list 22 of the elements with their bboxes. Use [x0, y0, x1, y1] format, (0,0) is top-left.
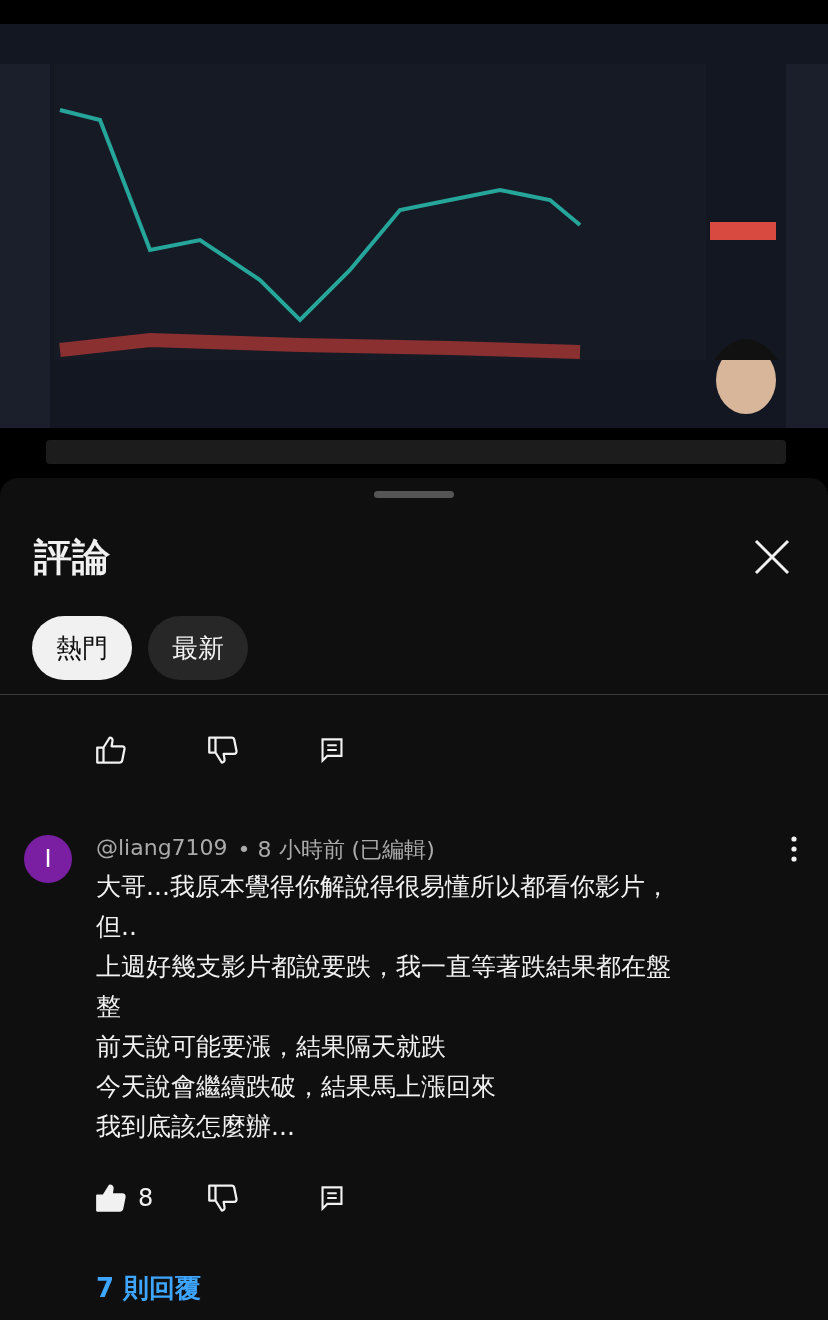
comment-text: 前天說可能要漲，結果隔天就跌 [96, 1031, 447, 1063]
filter-chip[interactable]: 熱門 [32, 616, 132, 680]
comment-author[interactable]: @liang7109 [96, 835, 228, 865]
close-icon [752, 537, 792, 577]
comment-meta: • 8 小時前 (已編輯) [237, 836, 435, 864]
panel-title: 評論 [34, 533, 110, 581]
replies-link[interactable]: 7 則回覆 [96, 1271, 202, 1306]
avatar[interactable]: I [24, 835, 72, 883]
filter-chip[interactable]: 最新 [148, 616, 248, 680]
thumbs-down-icon [208, 736, 238, 764]
drag-handle[interactable] [374, 491, 454, 498]
more-icon [791, 835, 797, 862]
comment-text: 上週好幾支影片都說要跌，我一直等著跌結果都在盤整 [96, 951, 672, 1023]
like-button[interactable]: 8 [96, 1184, 208, 1212]
comment-text: 今天說會繼續跌破，結果馬上漲回來 [96, 1071, 497, 1103]
comment-text: 我到底該怎麼辦... [96, 1111, 296, 1143]
comment-text: 大哥...我原本覺得你解說得很易懂所以都看你影片，但.. [96, 871, 671, 943]
thumbs-down-icon [208, 1184, 238, 1212]
close-button[interactable] [752, 537, 792, 577]
like-count: 8 [138, 1184, 154, 1212]
reply-icon [320, 1185, 344, 1211]
reply-icon [320, 737, 344, 763]
